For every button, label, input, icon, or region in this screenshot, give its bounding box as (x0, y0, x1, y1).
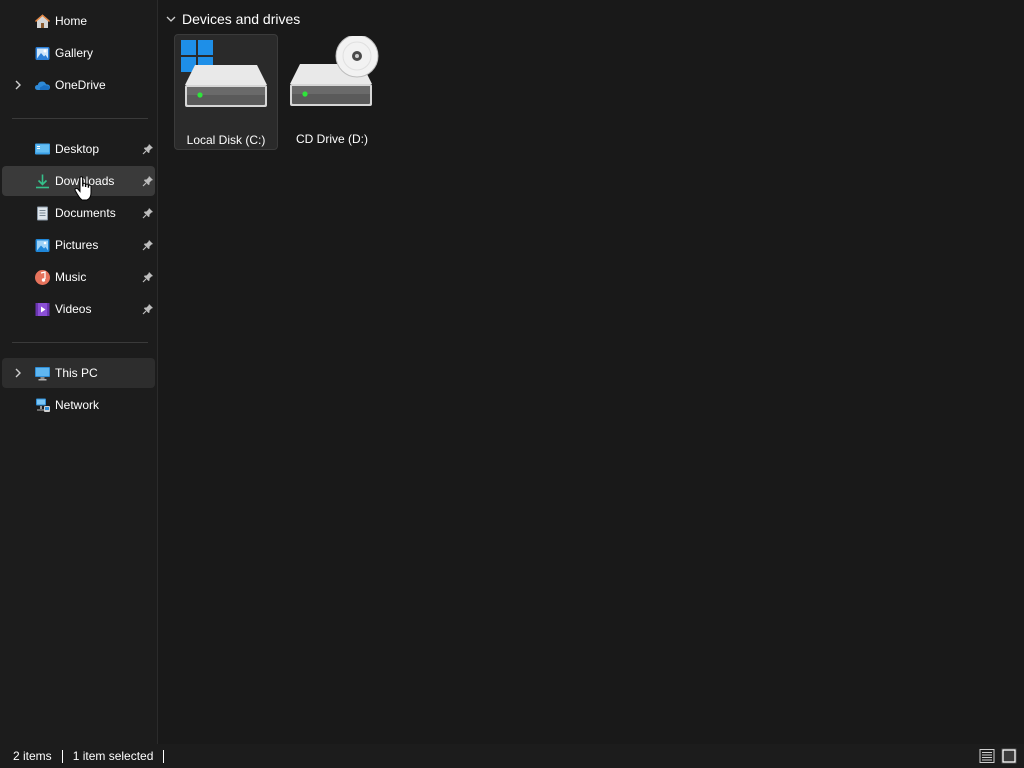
chevron-right-icon[interactable] (12, 79, 24, 91)
videos-folder-icon (35, 303, 50, 316)
gallery-icon (35, 47, 50, 60)
pin-icon[interactable] (142, 143, 154, 155)
sidebar-item-documents[interactable]: Documents (2, 198, 155, 228)
chevron-right-icon[interactable] (12, 367, 24, 379)
drive-cd-drive-d[interactable]: CD Drive (D:) (280, 34, 384, 150)
status-bar: 2 items 1 item selected (0, 744, 1024, 768)
sidebar-item-onedrive[interactable]: OneDrive (2, 70, 155, 100)
onedrive-icon (35, 81, 50, 90)
sidebar-item-label: Pictures (55, 238, 99, 252)
status-divider (163, 749, 165, 763)
chevron-down-icon[interactable] (165, 13, 177, 25)
sidebar-item-label: This PC (55, 366, 98, 380)
downloads-folder-icon (36, 174, 49, 189)
sidebar-item-pictures[interactable]: Pictures (2, 230, 155, 260)
pin-icon[interactable] (142, 271, 154, 283)
status-divider (61, 749, 63, 763)
drive-local-disk-c[interactable]: Local Disk (C:) (174, 34, 278, 150)
home-icon (35, 14, 50, 28)
drive-label: Local Disk (C:) (186, 133, 266, 147)
pin-icon[interactable] (142, 175, 154, 187)
pin-icon[interactable] (142, 303, 154, 315)
sidebar-item-home[interactable]: Home (2, 6, 155, 36)
sidebar-item-music[interactable]: Music (2, 262, 155, 292)
large-icons-view-icon[interactable] (1001, 748, 1017, 764)
sidebar-item-videos[interactable]: Videos (2, 294, 155, 324)
drive-label: CD Drive (D:) (296, 132, 368, 146)
selection-count: 1 item selected (72, 749, 154, 763)
details-view-icon[interactable] (979, 748, 995, 764)
sidebar-item-label: Desktop (55, 142, 100, 156)
sidebar-item-label: Gallery (55, 46, 94, 60)
sidebar-item-desktop[interactable]: Desktop (2, 134, 155, 164)
music-folder-icon (35, 270, 50, 285)
navigation-pane: Home Gallery OneDrive Desktop Downloads … (0, 0, 158, 744)
content-area: Devices and drives Local Disk (C:) CD Dr… (159, 0, 1024, 744)
sidebar-separator (12, 342, 148, 343)
group-header[interactable]: Devices and drives (165, 10, 300, 28)
sidebar-separator (12, 118, 148, 119)
item-count: 2 items (13, 749, 52, 763)
sidebar-item-label: Home (55, 14, 88, 28)
cd-drive-icon (290, 36, 379, 106)
sidebar-item-network[interactable]: Network (2, 390, 155, 420)
desktop-folder-icon (35, 143, 50, 155)
pin-icon[interactable] (142, 239, 154, 251)
sidebar-item-this-pc[interactable]: This PC (2, 358, 155, 388)
sidebar-item-label: Network (55, 398, 100, 412)
sidebar-item-label: OneDrive (55, 78, 106, 92)
network-icon (36, 398, 50, 412)
sidebar-item-label: Music (55, 270, 87, 284)
this-pc-icon (35, 367, 50, 381)
sidebar-item-label: Videos (55, 302, 92, 316)
pin-icon[interactable] (142, 207, 154, 219)
pictures-folder-icon (35, 239, 50, 252)
local-disk-icon (181, 40, 267, 107)
sidebar-item-label: Documents (55, 206, 116, 220)
sidebar-item-gallery[interactable]: Gallery (2, 38, 155, 68)
hand-cursor-icon (74, 176, 92, 201)
group-title: Devices and drives (182, 11, 301, 27)
documents-folder-icon (37, 206, 48, 221)
